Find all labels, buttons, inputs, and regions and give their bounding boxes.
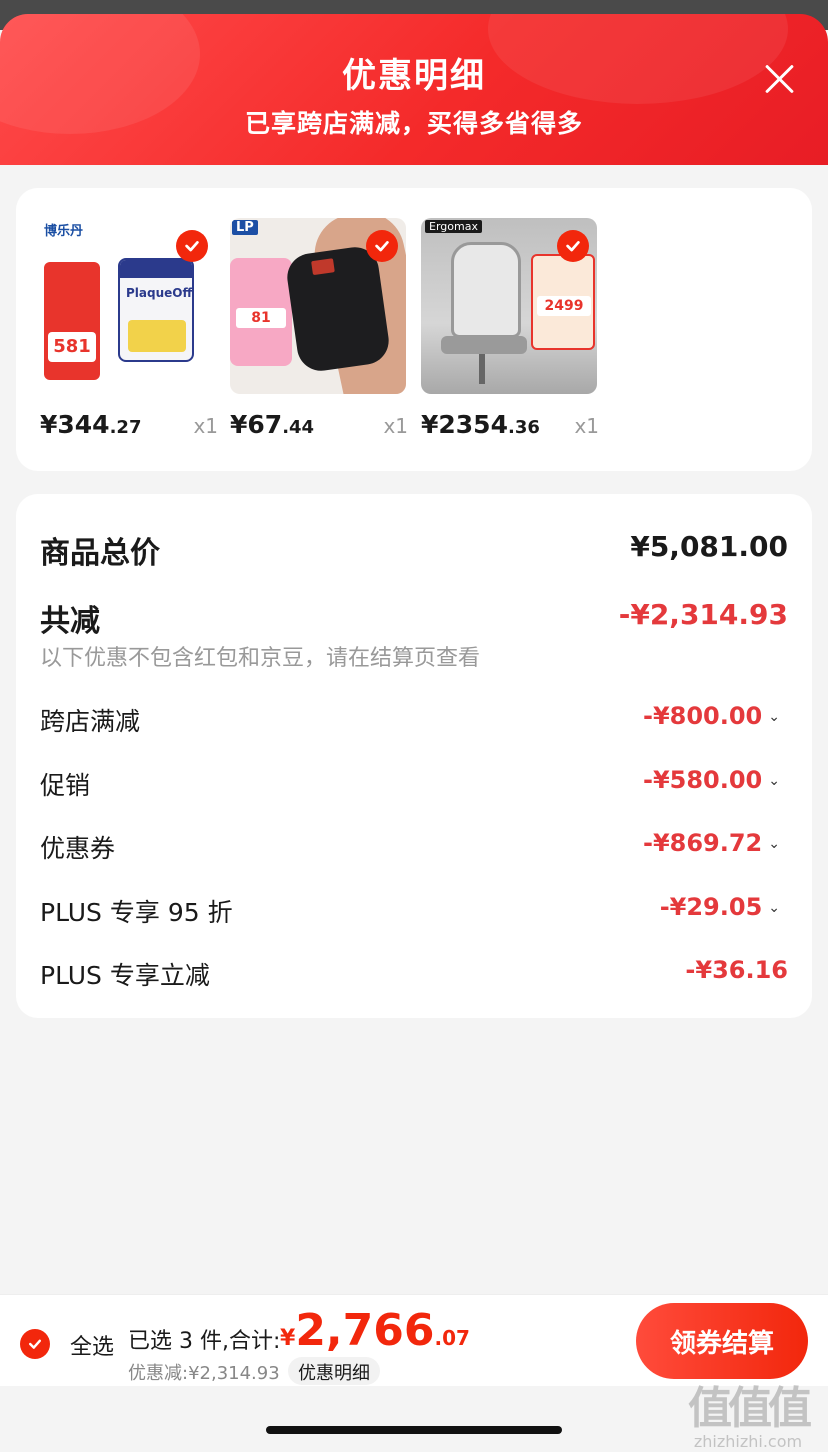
- watermark: 值值值 zhizhizhi.com: [678, 1372, 818, 1451]
- watermark-logo: 值值值: [688, 1383, 812, 1434]
- product-list-card: 博乐丹 581 PlaqueOff ¥344.27 x1 LP 81 ¥67.4…: [16, 188, 812, 471]
- product-quantity: x1: [193, 414, 218, 438]
- selected-check-icon[interactable]: [176, 230, 208, 262]
- product-image[interactable]: Ergomax 2499: [421, 218, 597, 394]
- page-subtitle: 已享跨店满减，买得多省得多: [244, 109, 583, 138]
- product-price: ¥2354.36: [421, 410, 540, 439]
- discount-label: 优惠券: [40, 834, 116, 863]
- chevron-down-icon[interactable]: ⌄: [768, 773, 780, 789]
- product-image[interactable]: 博乐丹 581 PlaqueOff: [40, 218, 216, 394]
- discount-total: 优惠减:¥2,314.93: [128, 1363, 280, 1384]
- promo-price: 2499: [537, 296, 591, 316]
- product-image[interactable]: LP 81: [230, 218, 406, 394]
- discount-note: 以下优惠不包含红包和京豆，请在结算页查看: [40, 646, 481, 671]
- product-item[interactable]: Ergomax 2499 ¥2354.36 x1: [421, 218, 599, 439]
- checkout-total: ¥2,766.07: [280, 1305, 470, 1356]
- promo-banner: 2499: [531, 254, 595, 350]
- close-icon[interactable]: [762, 62, 796, 96]
- promo-banner: 81: [230, 258, 292, 366]
- product-jar: PlaqueOff: [118, 258, 194, 362]
- discount-amount[interactable]: -¥800.00 ⌄: [643, 702, 780, 730]
- discount-amount[interactable]: -¥869.72 ⌄: [643, 829, 780, 857]
- home-indicator[interactable]: [266, 1426, 562, 1434]
- discount-amount[interactable]: -¥580.00 ⌄: [643, 766, 780, 794]
- product-item[interactable]: 博乐丹 581 PlaqueOff ¥344.27 x1: [40, 218, 218, 439]
- chair-seat: [441, 336, 527, 354]
- product-quantity: x1: [574, 414, 599, 438]
- discount-label: 促销: [40, 771, 91, 800]
- product-price: ¥67.44: [230, 410, 315, 439]
- discount-label: PLUS 专享 95 折: [40, 898, 233, 927]
- product-quantity: x1: [383, 414, 408, 438]
- select-all-label[interactable]: 全选: [70, 1329, 114, 1361]
- promo-banner: 581: [44, 262, 100, 380]
- product-price: ¥344.27: [40, 410, 142, 439]
- selected-check-icon[interactable]: [557, 230, 589, 262]
- total-price-amount: ¥5,081.00: [630, 530, 788, 563]
- chair-stem: [479, 354, 485, 384]
- discount-label: 跨店满减: [40, 707, 141, 736]
- total-reduce-label: 共减: [40, 604, 100, 639]
- brand-logo: 博乐丹: [44, 224, 84, 239]
- selected-check-icon[interactable]: [366, 230, 398, 262]
- header: 优惠明细 已享跨店满减，买得多省得多: [0, 14, 828, 165]
- checkout-button[interactable]: 领券结算: [636, 1303, 808, 1379]
- chevron-down-icon[interactable]: ⌄: [768, 900, 780, 916]
- chevron-down-icon[interactable]: ⌄: [768, 709, 780, 725]
- selected-count: 已选 3 件,合计:: [128, 1329, 281, 1354]
- brand-logo: Ergomax: [425, 220, 482, 233]
- promo-price: 81: [236, 308, 286, 328]
- chair-back: [451, 242, 521, 338]
- discount-label: PLUS 专享立减: [40, 961, 210, 990]
- discount-summary-card: 商品总价 ¥5,081.00 共减 -¥2,314.93 以下优惠不包含红包和京…: [16, 494, 812, 1018]
- brand-logo: LP: [232, 220, 258, 235]
- chevron-down-icon[interactable]: ⌄: [768, 836, 780, 852]
- total-price-label: 商品总价: [40, 536, 160, 571]
- select-all-check-icon[interactable]: [20, 1329, 50, 1359]
- page-title: 优惠明细: [342, 56, 486, 96]
- elbow-sleeve: [284, 244, 392, 374]
- discount-detail-button[interactable]: 优惠明细: [288, 1357, 380, 1385]
- watermark-domain: zhizhizhi.com: [693, 1432, 803, 1451]
- discount-amount[interactable]: -¥29.05 ⌄: [660, 893, 780, 921]
- total-reduce-amount: -¥2,314.93: [618, 598, 788, 631]
- product-item[interactable]: LP 81 ¥67.44 x1: [230, 218, 408, 439]
- discount-amount: -¥36.16: [685, 956, 788, 984]
- promo-price: 581: [48, 332, 96, 362]
